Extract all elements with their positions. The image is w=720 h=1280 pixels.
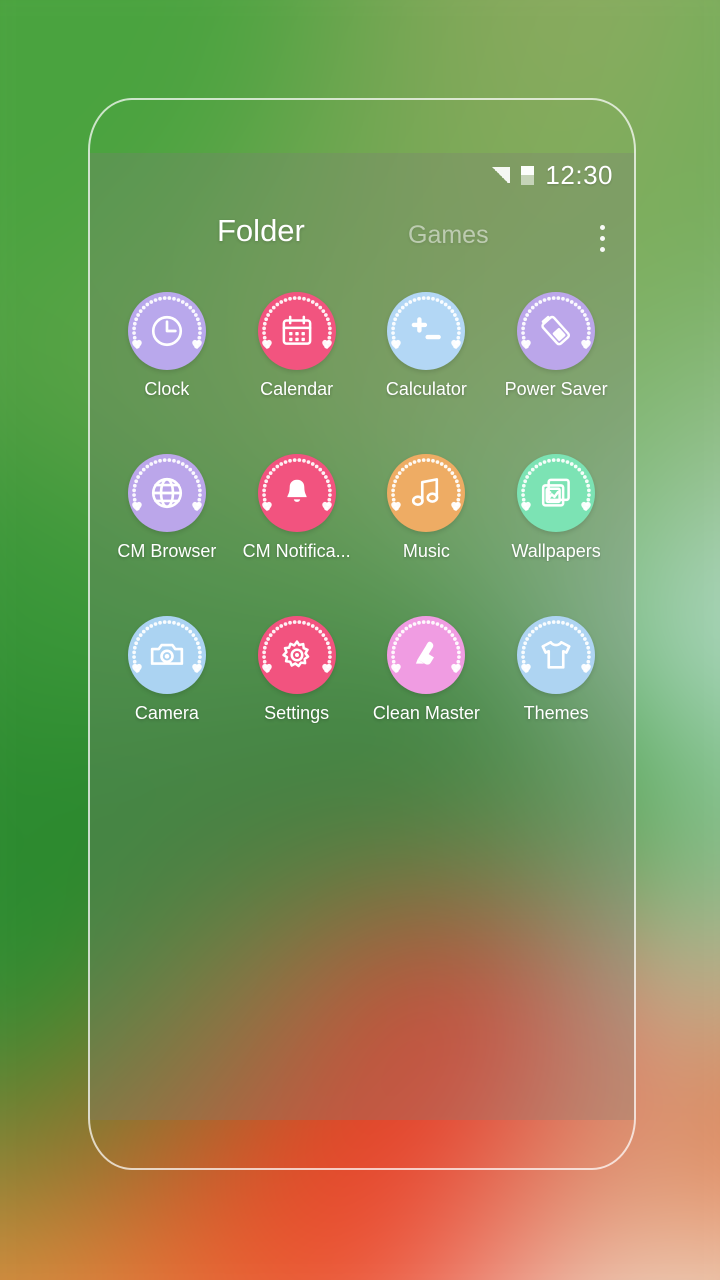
phone-screen: 12:30 Folder Games Clock Calendar Calcul… [88,153,635,1120]
app-icon-art [517,616,596,694]
folder-tab-bar: Folder Games [88,197,635,277]
app-label: Settings [264,703,330,723]
app-icon-art [257,292,336,370]
app-icon-music[interactable]: Music [362,454,492,562]
app-icon-settings[interactable]: Settings [232,616,362,724]
app-icon-wallpapers[interactable]: Wallpapers [491,454,621,562]
app-label: Music [402,541,450,561]
app-icon-art [127,454,206,532]
app-icon-art [387,292,466,370]
app-icon-art [517,292,596,370]
signal-bars-icon [490,167,511,183]
gear-icon [258,616,336,694]
app-icon-calculator[interactable]: Calculator [362,292,492,400]
app-icon-camera[interactable]: Camera [102,616,232,724]
app-label: Clock [144,379,190,399]
battery-icon [521,165,535,185]
app-label: Power Saver [504,379,608,399]
tab-folder[interactable]: Folder [217,213,305,249]
tab-games[interactable]: Games [408,221,489,250]
app-label: CM Browser [117,541,217,561]
app-icon-art [387,454,466,532]
camera-icon [128,616,206,694]
app-icon-art [257,454,336,532]
app-label: Calculator [385,379,467,399]
app-icon-calendar[interactable]: Calendar [232,292,362,400]
app-icon-art [387,616,466,694]
status-bar-clock: 12:30 [545,159,613,190]
status-bar: 12:30 [88,153,635,197]
app-label: Calendar [260,379,334,399]
calculator-icon [387,292,465,370]
music-note-icon [387,454,465,532]
app-icon-cm-browser[interactable]: CM Browser [102,454,232,562]
calendar-icon [258,292,336,370]
app-icon-clock[interactable]: Clock [102,292,232,400]
app-icon-art [127,292,206,370]
app-icon-art [257,616,336,694]
more-vertical-icon[interactable] [599,225,605,252]
broom-icon [387,616,465,694]
app-label: CM Notifica... [242,541,351,561]
app-grid: Clock Calendar Calculator Power Saver CM… [88,292,635,724]
app-label: Wallpapers [511,541,601,561]
globe-icon [128,454,206,532]
app-icon-art [517,454,596,532]
app-label: Themes [523,703,589,723]
app-icon-cm-notifica[interactable]: CM Notifica... [232,454,362,562]
battery-saver-icon [517,292,595,370]
app-icon-power-saver[interactable]: Power Saver [491,292,621,400]
app-label: Camera [134,703,199,723]
app-icon-clean-master[interactable]: Clean Master [362,616,492,724]
tshirt-icon [517,616,595,694]
app-label: Clean Master [372,703,480,723]
clock-icon [128,292,206,370]
photo-stack-icon [517,454,595,532]
bell-icon [258,454,336,532]
app-icon-themes[interactable]: Themes [491,616,621,724]
app-icon-art [127,616,206,694]
